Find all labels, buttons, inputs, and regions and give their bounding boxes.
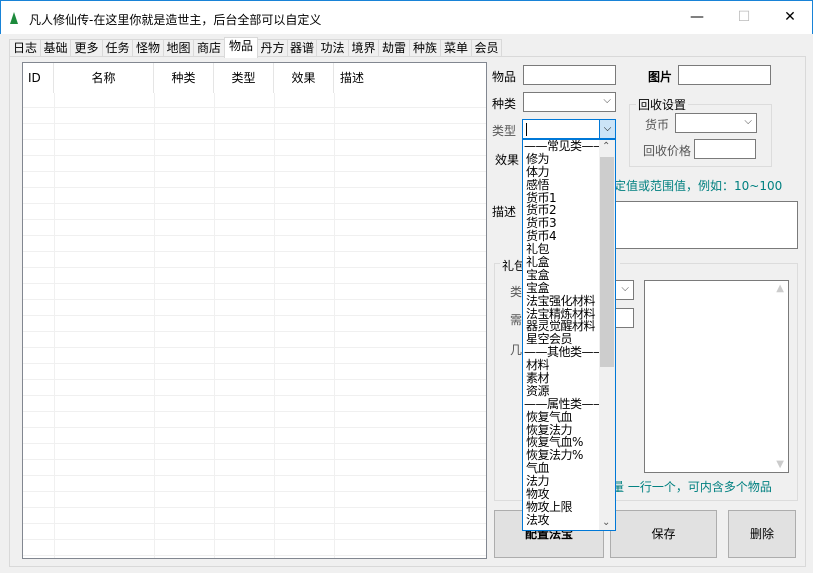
gift-rate-label: 几 [510,343,523,357]
grid-vline [274,93,275,558]
grid-hline [23,219,486,220]
recycle-price-label: 回收价格 [643,144,692,158]
column-header-name[interactable]: 名称 [54,63,154,93]
grid-hline [23,187,486,188]
scroll-down-icon[interactable]: ⌄ [602,517,610,528]
item-input[interactable] [523,65,616,85]
chevron-down-icon: ⌵ [744,116,752,127]
kind-label: 种类 [492,97,517,111]
grid-hline [23,171,486,172]
grid-hline [23,347,486,348]
grid-vline [214,93,215,558]
grid-hline [23,203,486,204]
tab-3[interactable]: 任务 [102,39,133,57]
tab-4[interactable]: 怪物 [132,39,164,57]
grid-hline [23,235,486,236]
tab-14[interactable]: 菜单 [440,39,472,57]
grid-hline [23,427,486,428]
items-list-view[interactable]: ID 名称 种类 类型 效果 描述 [22,62,487,559]
image-input[interactable] [678,65,771,85]
item-label: 物品 [492,70,517,84]
scrollbar-thumb[interactable] [600,157,614,367]
gift-hint: 量 一行一个，可内含多个物品 [612,480,772,494]
kind-combo[interactable]: ⌵ [523,92,616,112]
tab-11[interactable]: 境界 [348,39,379,57]
grid-hline [23,491,486,492]
grid-hline [23,155,486,156]
dropdown-scrollbar[interactable]: ⌃ ⌄ [599,140,615,530]
delete-button[interactable]: 删除 [728,510,796,558]
grid-hline [23,395,486,396]
text-cursor [526,123,527,136]
grid-hline [23,267,486,268]
column-header-effect[interactable]: 效果 [274,63,334,93]
effect-hint: 定值或范围值，例如：10~100 [614,179,783,193]
image-label: 图片 [648,70,673,84]
grid-hline [23,523,486,524]
scroll-up-icon[interactable]: ⌃ [602,141,610,152]
grid-hline [23,539,486,540]
grid-hline [23,379,486,380]
tab-0[interactable]: 日志 [9,39,41,57]
grid-hline [23,411,486,412]
column-header-desc[interactable]: 描述 [334,63,486,93]
grid-hline [23,139,486,140]
column-header-kind[interactable]: 种类 [154,63,214,93]
save-button[interactable]: 保存 [610,510,717,558]
tab-15[interactable]: 会员 [471,39,502,57]
dropdown-button[interactable]: ⌵ [599,120,615,138]
grid-vline [334,93,335,558]
title-bar: 凡人修仙传-在这里你就是造世主，后台全部可以自定义 — ☐ ✕ [0,0,813,34]
tab-1[interactable]: 基础 [40,39,71,57]
grid-hline [23,331,486,332]
window-title: 凡人修仙传-在这里你就是造世主，后台全部可以自定义 [29,13,322,27]
tab-7[interactable]: 物品 [224,37,258,58]
scroll-up-icon[interactable]: ▲ [776,283,784,294]
chevron-down-icon: ⌵ [621,283,629,294]
grid-hline [23,123,486,124]
grid-hline [23,299,486,300]
tab-12[interactable]: 劫雷 [378,39,410,57]
type-combo[interactable]: ⌵ [522,119,616,139]
tab-9[interactable]: 器谱 [287,39,317,57]
grid-hline [23,315,486,316]
gift-need-label: 需 [510,313,523,327]
grid-hline [23,251,486,252]
tab-5[interactable]: 地图 [163,39,194,57]
currency-label: 货币 [645,118,670,132]
grid-hline [23,283,486,284]
tree-app-icon [10,12,18,24]
tab-2[interactable]: 更多 [70,39,103,57]
grid-hline [23,555,486,556]
column-header-type[interactable]: 类型 [214,63,274,93]
desc-label: 描述 [492,205,517,219]
tab-6[interactable]: 商店 [193,39,225,57]
minimize-button[interactable]: — [674,1,720,34]
grid-hline [23,107,486,108]
type-dropdown-list[interactable]: ——常见类—— 修为 体力 感悟 货币1 货币2 货币3 货币4 礼包 礼盒 宝盒 宝盒 法宝强化材料法… [522,139,616,531]
maximize-button[interactable]: ☐ [721,1,767,34]
grid-hline [23,459,486,460]
close-button[interactable]: ✕ [767,1,813,34]
grid-hline [23,507,486,508]
chevron-down-icon: ⌵ [603,95,611,106]
gift-items-textarea[interactable]: ▲ ▼ [644,280,789,473]
tab-13[interactable]: 种族 [409,39,441,57]
grid-vline [54,93,55,558]
grid-vline [154,93,155,558]
column-header-id[interactable]: ID [23,63,54,93]
gift-type-label: 类 [510,285,523,299]
grid-hline [23,475,486,476]
tab-8[interactable]: 丹方 [257,39,288,57]
grid-hline [23,363,486,364]
grid-hline [23,443,486,444]
recycle-price-input[interactable] [694,139,756,159]
effect-label: 效果 [495,153,520,167]
currency-combo[interactable]: ⌵ [675,113,757,133]
recycle-group-title: 回收设置 [636,96,689,113]
type-label: 类型 [492,124,517,138]
tab-10[interactable]: 功法 [316,39,349,57]
scroll-down-icon[interactable]: ▼ [776,459,784,470]
